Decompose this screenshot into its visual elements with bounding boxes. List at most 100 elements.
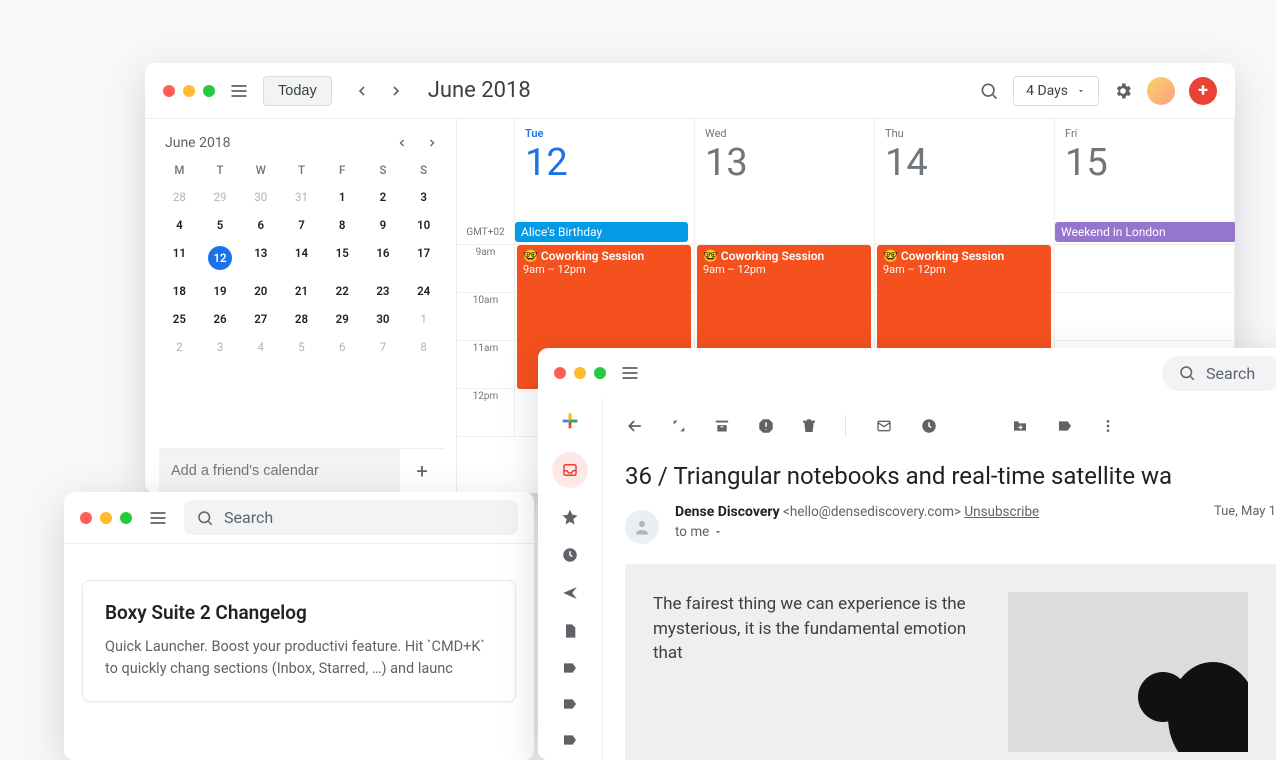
add-friend-plus-icon[interactable]: +: [400, 459, 444, 483]
mini-day[interactable]: 3: [403, 183, 444, 211]
archive-icon[interactable]: [713, 417, 731, 435]
star-icon[interactable]: [561, 508, 579, 526]
mini-day[interactable]: 28: [281, 305, 322, 333]
mini-day[interactable]: 12: [200, 239, 241, 277]
maximize-dot[interactable]: [203, 85, 215, 97]
mini-day[interactable]: 2: [363, 183, 404, 211]
mini-day[interactable]: 23: [363, 277, 404, 305]
inbox-icon[interactable]: [552, 452, 588, 488]
mini-day[interactable]: 22: [322, 277, 363, 305]
more-icon[interactable]: [1100, 418, 1116, 434]
time-slot[interactable]: [1055, 293, 1235, 340]
mini-day[interactable]: 7: [363, 333, 404, 361]
mini-day[interactable]: 3: [200, 333, 241, 361]
mini-day[interactable]: 29: [322, 305, 363, 333]
unsubscribe-link[interactable]: Unsubscribe: [964, 504, 1039, 520]
day-header[interactable]: Thu14: [875, 119, 1055, 244]
allday-event[interactable]: Alice's Birthday: [515, 222, 688, 242]
labels-icon[interactable]: [1056, 418, 1074, 434]
mini-day[interactable]: 8: [403, 333, 444, 361]
search-input[interactable]: Search: [184, 500, 518, 535]
mini-day[interactable]: 16: [363, 239, 404, 277]
mark-unread-icon[interactable]: [874, 418, 894, 434]
mini-day[interactable]: 1: [403, 305, 444, 333]
mini-day[interactable]: 6: [240, 211, 281, 239]
allday-event[interactable]: Weekend in London: [1055, 222, 1234, 242]
mini-day[interactable]: 20: [240, 277, 281, 305]
mini-day[interactable]: 30: [363, 305, 404, 333]
mini-day[interactable]: 14: [281, 239, 322, 277]
mini-day[interactable]: 4: [159, 211, 200, 239]
mail-search-input[interactable]: Search: [1162, 356, 1276, 391]
mini-day[interactable]: 1: [322, 183, 363, 211]
mini-day[interactable]: 13: [240, 239, 281, 277]
minimize-dot[interactable]: [574, 367, 586, 379]
compose-button[interactable]: [559, 410, 581, 432]
move-to-icon[interactable]: [1010, 418, 1030, 434]
sent-icon[interactable]: [561, 584, 579, 602]
day-header[interactable]: Tue12Alice's Birthday: [515, 119, 695, 244]
mini-day[interactable]: 6: [322, 333, 363, 361]
close-dot[interactable]: [163, 85, 175, 97]
mini-day[interactable]: 30: [240, 183, 281, 211]
minimize-dot[interactable]: [183, 85, 195, 97]
mini-day[interactable]: 21: [281, 277, 322, 305]
mini-day[interactable]: 9: [363, 211, 404, 239]
mini-day[interactable]: 2: [159, 333, 200, 361]
menu-icon[interactable]: [620, 363, 640, 383]
snooze-icon[interactable]: [920, 417, 938, 435]
settings-icon[interactable]: [1113, 81, 1133, 101]
chevron-down-icon[interactable]: [713, 527, 723, 537]
back-icon[interactable]: [625, 416, 645, 436]
mini-day[interactable]: 18: [159, 277, 200, 305]
view-selector[interactable]: 4 Days: [1013, 76, 1099, 106]
mini-day[interactable]: 15: [322, 239, 363, 277]
minimize-dot[interactable]: [100, 512, 112, 524]
expand-icon[interactable]: [671, 418, 687, 434]
time-slot[interactable]: [1055, 245, 1235, 292]
mini-day[interactable]: 29: [200, 183, 241, 211]
note-card[interactable]: Boxy Suite 2 Changelog Quick Launcher. B…: [82, 580, 516, 702]
prev-icon[interactable]: [354, 83, 370, 99]
mini-calendar[interactable]: MTWTFSS282930311234567891011121314151617…: [159, 157, 444, 361]
search-icon[interactable]: [979, 81, 999, 101]
next-icon[interactable]: [388, 83, 404, 99]
spam-icon[interactable]: [757, 417, 775, 435]
mini-day[interactable]: 4: [240, 333, 281, 361]
delete-icon[interactable]: [801, 417, 817, 435]
mini-day[interactable]: 24: [403, 277, 444, 305]
mini-day[interactable]: 19: [200, 277, 241, 305]
create-button[interactable]: +: [1189, 77, 1217, 105]
mini-next-icon[interactable]: [426, 137, 438, 149]
day-header[interactable]: Wed13: [695, 119, 875, 244]
mini-day[interactable]: 7: [281, 211, 322, 239]
drafts-icon[interactable]: [562, 622, 578, 640]
day-header[interactable]: Fri15Weekend in London: [1055, 119, 1235, 244]
label-icon[interactable]: [561, 732, 579, 748]
mini-day[interactable]: 31: [281, 183, 322, 211]
maximize-dot[interactable]: [120, 512, 132, 524]
close-dot[interactable]: [80, 512, 92, 524]
mini-day[interactable]: 10: [403, 211, 444, 239]
label-icon[interactable]: [561, 660, 579, 676]
mini-day[interactable]: 5: [281, 333, 322, 361]
menu-icon[interactable]: [148, 508, 168, 528]
to-field[interactable]: to me: [675, 524, 709, 540]
mini-prev-icon[interactable]: [396, 137, 408, 149]
sender-avatar[interactable]: [625, 510, 659, 544]
mini-day[interactable]: 28: [159, 183, 200, 211]
mini-day[interactable]: 17: [403, 239, 444, 277]
mini-day[interactable]: 5: [200, 211, 241, 239]
snoozed-icon[interactable]: [561, 546, 579, 564]
mini-day[interactable]: 8: [322, 211, 363, 239]
maximize-dot[interactable]: [594, 367, 606, 379]
mini-day[interactable]: 25: [159, 305, 200, 333]
menu-icon[interactable]: [229, 81, 249, 101]
label-icon[interactable]: [561, 696, 579, 712]
mini-day[interactable]: 26: [200, 305, 241, 333]
add-friend-input[interactable]: [159, 449, 400, 493]
mini-day[interactable]: 11: [159, 239, 200, 277]
mini-day[interactable]: 27: [240, 305, 281, 333]
profile-avatar[interactable]: [1147, 77, 1175, 105]
today-button[interactable]: Today: [263, 76, 332, 106]
